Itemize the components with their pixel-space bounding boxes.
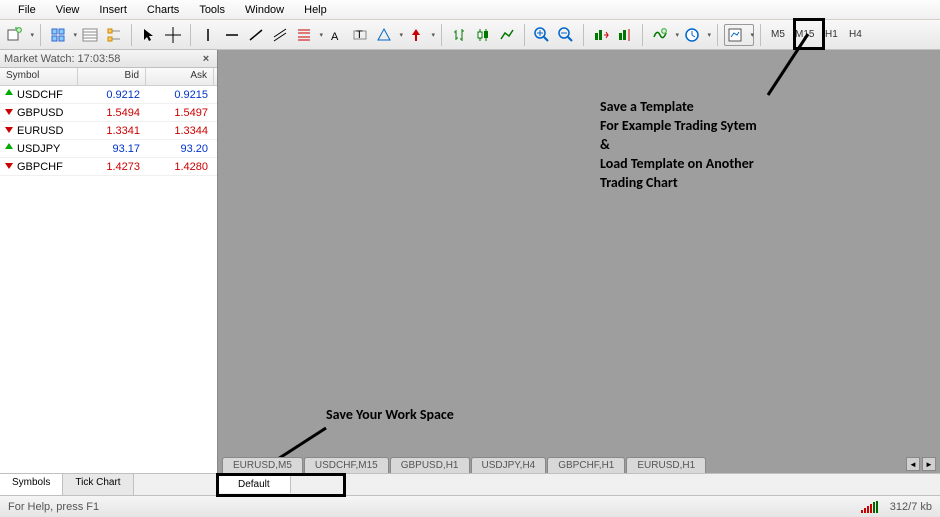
bid-price: 93.17 [78,143,146,155]
direction-icon [4,124,14,137]
text-label-tool[interactable]: T [349,24,371,46]
status-bar: For Help, press F1 312/7 kb [0,495,940,517]
direction-icon [4,106,14,119]
column-header-ask[interactable]: Ask [146,68,214,85]
bar-chart-button[interactable] [448,24,470,46]
chart-tab[interactable]: GBPCHF,H1 [547,457,625,473]
annotation-workspace-text: Save Your Work Space [326,406,454,425]
market-watch-tabs: Symbols Tick Chart [0,473,217,495]
market-watch-row[interactable]: GBPCHF 1.42731.4280 [0,158,217,176]
zoom-in-button[interactable] [531,24,553,46]
chart-tab[interactable]: USDCHF,M15 [304,457,389,473]
annotation-highlight-template [793,18,825,50]
status-traffic: 312/7 kb [890,501,932,513]
main-area: Market Watch: 17:03:58 × Symbol Bid Ask … [0,50,940,495]
market-watch-panel: Market Watch: 17:03:58 × Symbol Bid Ask … [0,50,218,495]
market-watch-toggle[interactable] [79,24,101,46]
symbol-name: GBPUSD [17,107,63,119]
timeframe-m5[interactable]: M5 [767,24,789,46]
profiles-button[interactable]: ▾ [47,24,77,46]
annotation-highlight-workspace [216,473,346,497]
symbol-name: USDJPY [17,143,60,155]
text-tool[interactable]: A [325,24,347,46]
ask-price: 0.9215 [146,89,214,101]
vertical-line-tool[interactable] [197,24,219,46]
periodicity-button[interactable]: ▾ [681,24,711,46]
menu-file[interactable]: File [8,2,46,18]
menu-window[interactable]: Window [235,2,294,18]
chart-workspace[interactable]: Save a Template For Example Trading Syte… [218,50,940,495]
status-help-text: For Help, press F1 [8,501,99,513]
candlestick-button[interactable] [472,24,494,46]
ask-price: 1.5497 [146,107,214,119]
bid-price: 1.5494 [78,107,146,119]
channel-tool[interactable] [269,24,291,46]
symbol-name: EURUSD [17,125,63,137]
crosshair-tool[interactable] [162,24,184,46]
ask-price: 93.20 [146,143,214,155]
column-header-bid[interactable]: Bid [78,68,146,85]
navigator-toggle[interactable] [103,24,125,46]
menu-insert[interactable]: Insert [89,2,137,18]
direction-icon [4,88,14,101]
market-watch-rows: USDCHF 0.92120.9215 GBPUSD 1.54941.5497 EURU… [0,86,217,176]
chart-tab[interactable]: EURUSD,H1 [626,457,706,473]
market-watch-row[interactable]: USDJPY 93.1793.20 [0,140,217,158]
toolbar: ▾ ▾ ▾ A T ▾ ▾ ▾ ▾ ▾ M5 M15 H1 H4 [0,20,940,50]
bid-price: 1.4273 [78,161,146,173]
workspace-tabs: Default [218,473,940,495]
menu-charts[interactable]: Charts [137,2,189,18]
chart-tab[interactable]: GBPUSD,H1 [390,457,470,473]
tab-tick-chart[interactable]: Tick Chart [63,474,133,495]
scroll-right-icon[interactable]: ► [922,457,936,471]
horizontal-line-tool[interactable] [221,24,243,46]
column-header-symbol[interactable]: Symbol [0,68,78,85]
annotation-template-text: Save a Template For Example Trading Syte… [600,98,757,192]
template-button[interactable]: ▾ [724,24,754,46]
direction-icon [4,142,14,155]
zoom-out-button[interactable] [555,24,577,46]
chart-tab[interactable]: USDJPY,H4 [471,457,547,473]
market-watch-row[interactable]: USDCHF 0.92120.9215 [0,86,217,104]
market-watch-title: Market Watch: 17:03:58 [4,53,120,65]
chart-tabs: EURUSD,M5 USDCHF,M15 GBPUSD,H1 USDJPY,H4… [218,453,940,473]
trendline-tool[interactable] [245,24,267,46]
connection-bars-icon[interactable] [861,501,878,513]
indicators-button[interactable]: ▾ [649,24,679,46]
chart-tab[interactable]: EURUSD,M5 [222,457,303,473]
timeframe-h4[interactable]: H4 [844,24,866,46]
auto-scroll-button[interactable] [590,24,612,46]
chart-shift-button[interactable] [614,24,636,46]
market-watch-row[interactable]: EURUSD 1.33411.3344 [0,122,217,140]
market-watch-header: Symbol Bid Ask [0,68,217,86]
fibonacci-tool[interactable]: ▾ [293,24,323,46]
market-watch-row[interactable]: GBPUSD 1.54941.5497 [0,104,217,122]
menu-bar: File View Insert Charts Tools Window Hel… [0,0,940,20]
scroll-left-icon[interactable]: ◄ [906,457,920,471]
market-watch-title-bar: Market Watch: 17:03:58 × [0,50,217,68]
svg-text:T: T [356,29,363,41]
ask-price: 1.4280 [146,161,214,173]
symbol-name: GBPCHF [17,161,63,173]
tab-symbols[interactable]: Symbols [0,474,63,495]
ask-price: 1.3344 [146,125,214,137]
direction-icon [4,160,14,173]
symbol-name: USDCHF [17,89,63,101]
svg-text:A: A [331,31,339,43]
bid-price: 1.3341 [78,125,146,137]
menu-tools[interactable]: Tools [189,2,235,18]
menu-view[interactable]: View [46,2,90,18]
cursor-tool[interactable] [138,24,160,46]
shapes-tool[interactable]: ▾ [373,24,403,46]
new-chart-button[interactable]: ▾ [4,24,34,46]
menu-help[interactable]: Help [294,2,337,18]
line-chart-button[interactable] [496,24,518,46]
bid-price: 0.9212 [78,89,146,101]
arrows-tool[interactable]: ▾ [405,24,435,46]
close-icon[interactable]: × [199,52,213,66]
